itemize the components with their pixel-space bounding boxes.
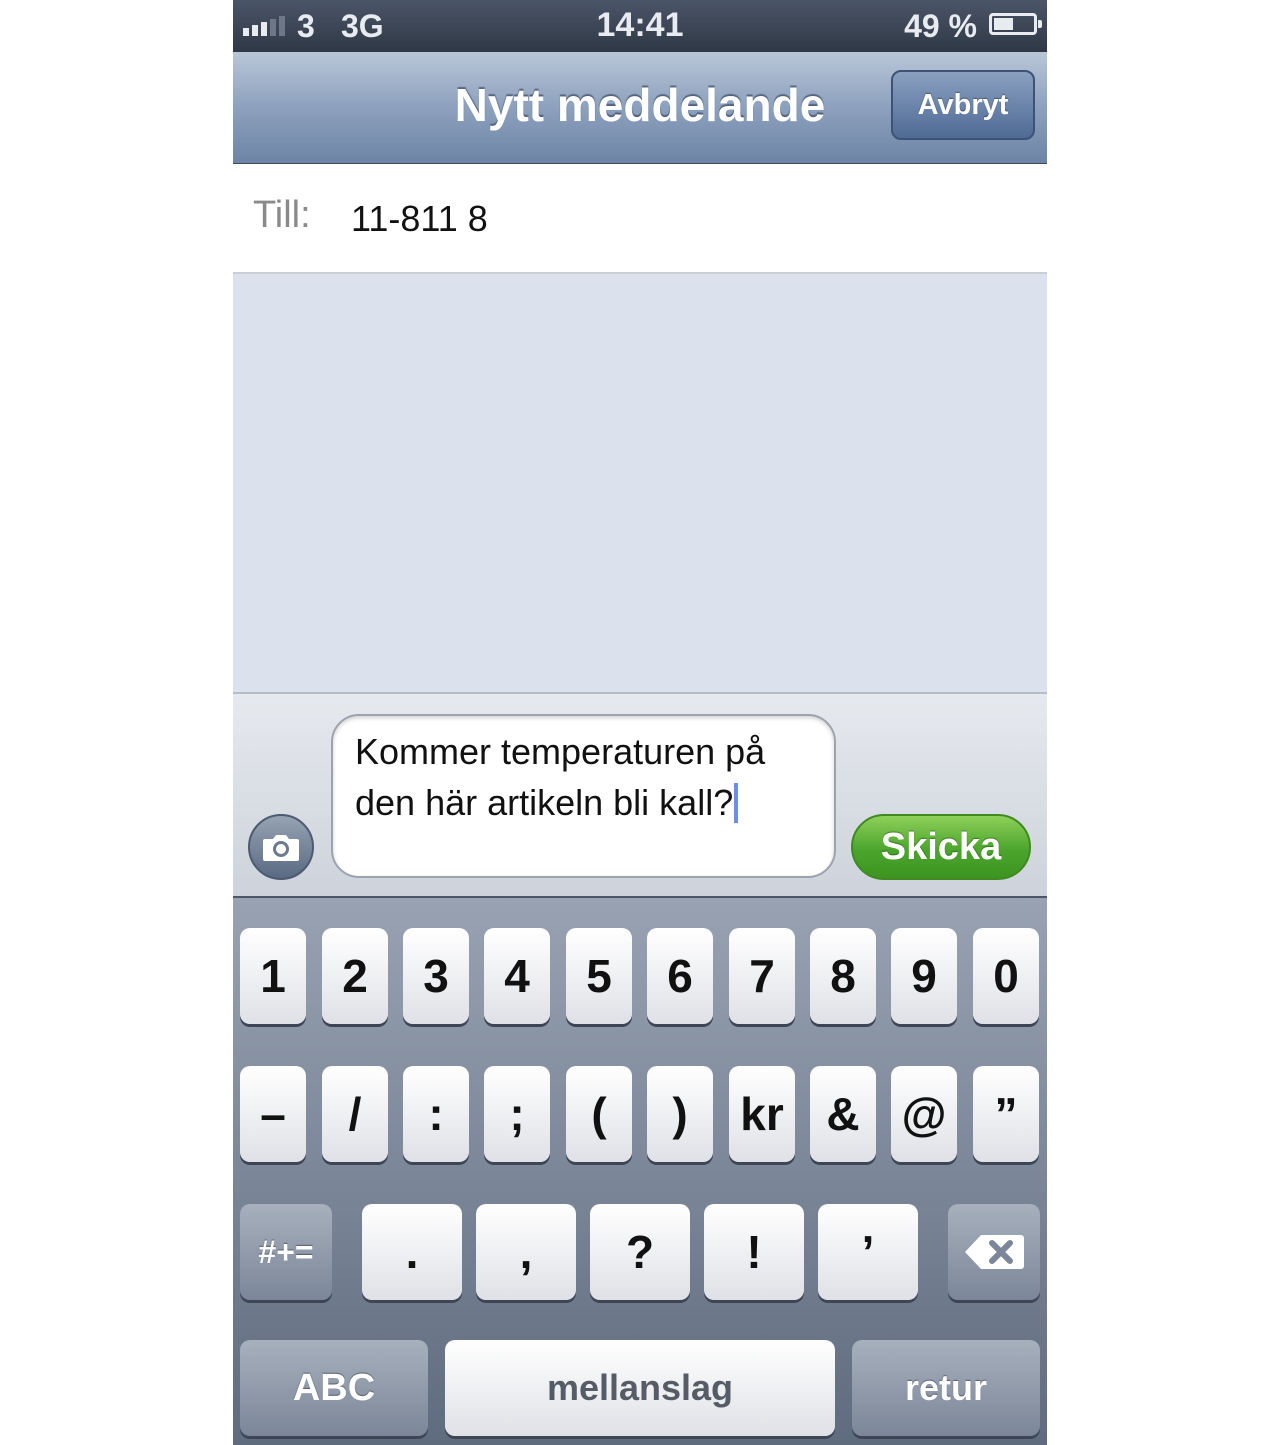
cancel-button[interactable]: Avbryt	[891, 70, 1035, 140]
text-cursor	[734, 783, 739, 823]
key-question[interactable]: ?	[590, 1204, 690, 1300]
battery-level-fill	[994, 18, 1013, 30]
key-5[interactable]: 5	[566, 928, 632, 1024]
recipient-value[interactable]: 11-811 8	[351, 198, 488, 240]
symbols-toggle-key[interactable]: #+=	[240, 1204, 332, 1300]
delete-key[interactable]	[948, 1204, 1040, 1300]
key-period[interactable]: .	[362, 1204, 462, 1300]
send-button[interactable]: Skicka	[851, 814, 1031, 880]
key-comma[interactable]: ,	[476, 1204, 576, 1300]
abc-mode-key[interactable]: ABC	[240, 1340, 428, 1436]
key-0[interactable]: 0	[973, 928, 1039, 1024]
key-8[interactable]: 8	[810, 928, 876, 1024]
key-semicolon[interactable]: ;	[484, 1066, 550, 1162]
key-open-paren[interactable]: (	[566, 1066, 632, 1162]
key-7[interactable]: 7	[729, 928, 795, 1024]
return-key[interactable]: retur	[852, 1340, 1040, 1436]
phone-screen: 3 3G 14:41 49 % Nytt meddelande Avbryt T…	[233, 0, 1047, 1445]
key-at[interactable]: @	[891, 1066, 957, 1162]
key-4[interactable]: 4	[484, 928, 550, 1024]
keyboard: 1 2 3 4 5 6 7 8 9 0 – / : ; ( ) kr & @ ”…	[233, 896, 1047, 1445]
key-3[interactable]: 3	[403, 928, 469, 1024]
status-bar: 3 3G 14:41 49 %	[233, 0, 1047, 52]
key-currency[interactable]: kr	[729, 1066, 795, 1162]
key-apostrophe[interactable]: ’	[818, 1204, 918, 1300]
key-close-paren[interactable]: )	[647, 1066, 713, 1162]
key-9[interactable]: 9	[891, 928, 957, 1024]
key-2[interactable]: 2	[322, 928, 388, 1024]
message-input[interactable]: Kommer temperaturen på den här artikeln …	[331, 714, 836, 878]
conversation-area	[233, 274, 1047, 694]
key-quote[interactable]: ”	[973, 1066, 1039, 1162]
recipient-label: Till:	[253, 194, 311, 236]
camera-icon	[263, 835, 299, 861]
space-key[interactable]: mellanslag	[445, 1340, 835, 1436]
key-6[interactable]: 6	[647, 928, 713, 1024]
key-dash[interactable]: –	[240, 1066, 306, 1162]
camera-button[interactable]	[248, 814, 314, 880]
battery-percent: 49 %	[904, 8, 977, 44]
navigation-bar: Nytt meddelande Avbryt	[233, 52, 1047, 164]
key-exclamation[interactable]: !	[704, 1204, 804, 1300]
backspace-icon	[965, 1235, 1024, 1269]
message-text: Kommer temperaturen på den här artikeln …	[355, 731, 766, 823]
recipient-field[interactable]: Till: 11-811 8	[233, 164, 1047, 274]
key-slash[interactable]: /	[322, 1066, 388, 1162]
key-ampersand[interactable]: &	[810, 1066, 876, 1162]
battery-icon	[989, 13, 1042, 35]
key-colon[interactable]: :	[403, 1066, 469, 1162]
compose-bar: Kommer temperaturen på den här artikeln …	[233, 694, 1047, 896]
key-1[interactable]: 1	[240, 928, 306, 1024]
